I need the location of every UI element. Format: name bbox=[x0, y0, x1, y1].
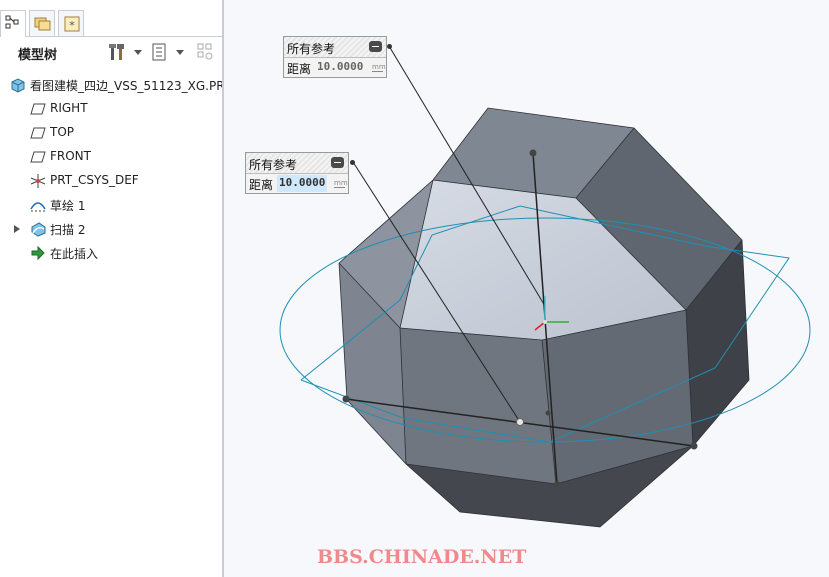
distance-value-field[interactable]: 10.0000 bbox=[315, 59, 365, 76]
insert-here-icon bbox=[31, 245, 45, 261]
model-tree-title: 模型树 bbox=[18, 48, 58, 63]
model-tree-toolbar: 模型树 bbox=[0, 38, 222, 66]
dimension-callout-1[interactable]: 所有参考 距离 10.0000 mm bbox=[283, 36, 387, 78]
face-front-center bbox=[400, 328, 556, 484]
folder-icon bbox=[34, 17, 51, 31]
distance-value-field-active[interactable]: 10.0000 bbox=[277, 175, 328, 192]
datum-plane-icon bbox=[30, 151, 46, 163]
sweep-icon bbox=[31, 222, 46, 237]
leader-handle[interactable] bbox=[387, 44, 392, 49]
collapse-icon[interactable] bbox=[331, 157, 344, 168]
leader-handle[interactable] bbox=[350, 160, 355, 165]
datum-plane-icon bbox=[30, 103, 46, 115]
dimension-callout-2[interactable]: 所有参考 距离 10.0000 mm bbox=[245, 152, 349, 194]
unit-icon: mm bbox=[372, 63, 386, 72]
model-tree-icon bbox=[5, 15, 19, 29]
show-filter-icon[interactable] bbox=[196, 42, 216, 62]
favorites-icon: * bbox=[64, 16, 80, 32]
model-tree-panel: * 模型树 看图建模_四边_VSS_51123_XG.PRT RIGHT TOP… bbox=[0, 0, 231, 577]
graphics-viewport[interactable]: 所有参考 距离 10.0000 mm 所有参考 距离 10.0000 mm bbox=[224, 0, 829, 577]
chevron-right-icon[interactable] bbox=[14, 225, 20, 233]
svg-text:*: * bbox=[69, 19, 75, 32]
tab-folder-browser[interactable] bbox=[29, 10, 55, 36]
sketch-icon bbox=[30, 202, 46, 212]
tab-favorites[interactable]: * bbox=[58, 10, 84, 36]
tools-icon[interactable] bbox=[108, 42, 128, 62]
navigator-tabs: * bbox=[0, 10, 222, 37]
watermark: BBS.CHINADE.NET bbox=[317, 546, 527, 568]
csys-icon bbox=[30, 174, 46, 188]
datum-plane-icon bbox=[30, 127, 46, 139]
dimension-header: 所有参考 bbox=[246, 153, 348, 174]
chevron-down-icon[interactable] bbox=[134, 50, 142, 55]
tab-model-tree[interactable] bbox=[0, 10, 26, 37]
model-geometry bbox=[279, 45, 811, 528]
collapse-icon[interactable] bbox=[369, 41, 382, 52]
tree-item-sweep[interactable]: 扫描 2 bbox=[10, 218, 210, 240]
part-icon bbox=[11, 78, 25, 93]
chevron-down-icon[interactable] bbox=[176, 50, 184, 55]
settings-list-icon[interactable] bbox=[150, 42, 170, 62]
unit-icon: mm bbox=[334, 179, 348, 188]
dimension-header: 所有参考 bbox=[284, 37, 386, 58]
